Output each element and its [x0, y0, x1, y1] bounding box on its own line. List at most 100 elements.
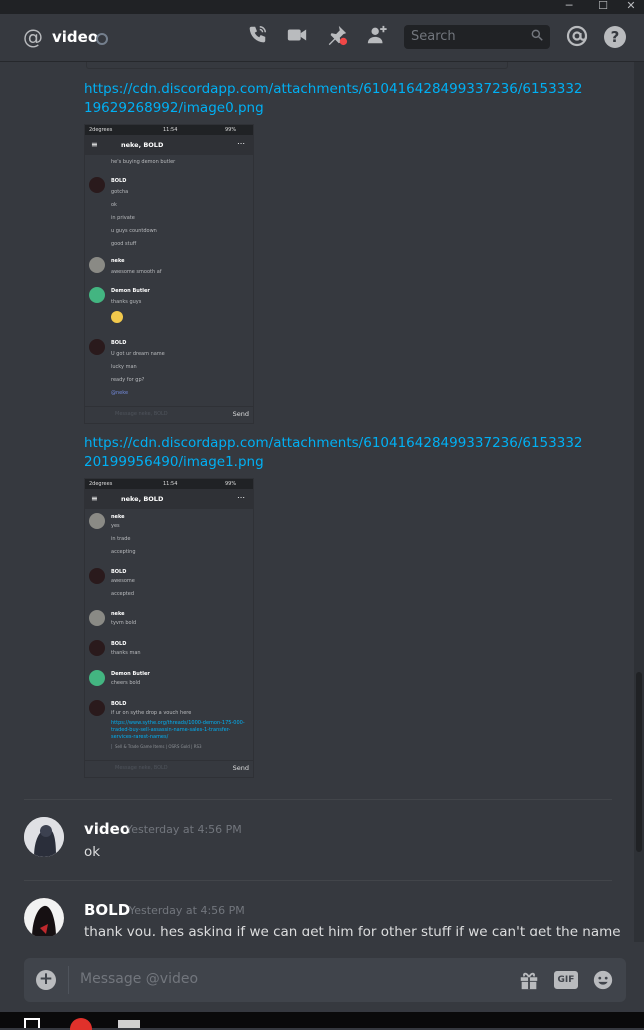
search-placeholder: Search	[411, 29, 456, 44]
avatar[interactable]	[24, 898, 64, 936]
phone-composer: Message neke, BOLD Send	[85, 406, 253, 423]
phone-author: BOLD	[111, 641, 127, 647]
menu-icon: ≡	[91, 494, 98, 503]
phone-composer: Message neke, BOLD Send	[85, 760, 253, 777]
phone-author: Demon Butler	[111, 671, 150, 677]
phone-line: lucky man	[111, 364, 137, 370]
emoji-icon[interactable]	[592, 969, 614, 995]
message-divider	[24, 880, 612, 881]
phone-author: BOLD	[111, 178, 127, 184]
channel-header: @ video Search ?	[0, 14, 644, 62]
phone-battery: 99%	[225, 481, 237, 487]
call-icon[interactable]	[244, 24, 270, 50]
phone-line: tyvm bold	[111, 620, 137, 626]
phone-battery: 99%	[225, 127, 237, 133]
window-titlebar: ─ ☐ ✕	[0, 0, 644, 14]
phone-line: in private	[111, 215, 135, 221]
phone-line: good stuff	[111, 241, 137, 247]
status-icon	[96, 33, 108, 45]
avatar	[89, 568, 105, 584]
phone-line: awesome smooth af	[111, 269, 162, 275]
menu-icon: ≡	[91, 140, 98, 149]
message-author[interactable]: BOLD	[84, 901, 130, 919]
phone-line: if ur on sythe drop a vouch here	[111, 710, 192, 716]
previous-embed-edge	[86, 62, 508, 69]
phone-status-bar: 2degrees 11:54 99%	[85, 479, 253, 489]
phone-carrier: 2degrees	[89, 127, 113, 133]
phone-send: Send	[232, 764, 249, 772]
attachment-image[interactable]: 2degrees 11:54 99% ≡ neke, BOLD ⋯ he's b…	[84, 124, 254, 424]
phone-line: thanks man	[111, 650, 141, 656]
phone-carrier: 2degrees	[89, 481, 113, 487]
phone-chat-title: neke, BOLD	[121, 495, 164, 503]
scrollbar-thumb[interactable]	[636, 672, 642, 852]
message-text: ok	[84, 844, 101, 860]
message-text: thank you, hes asking if we can get him …	[84, 924, 621, 936]
at-icon: @	[23, 25, 43, 49]
phone-line: in trade	[111, 536, 131, 542]
pin-icon[interactable]	[324, 24, 350, 50]
message-timestamp: Yesterday at 4:56 PM	[126, 823, 242, 836]
phone-author: neke	[111, 258, 125, 264]
phone-line: he's buying demon butler	[111, 159, 176, 165]
attachment-link[interactable]: https://cdn.discordapp.com/attachments/6…	[84, 80, 584, 118]
minimize-icon[interactable]: ─	[558, 0, 580, 14]
phone-line: ok	[111, 202, 117, 208]
maximize-icon[interactable]: ☐	[592, 0, 614, 14]
phone-chat-header: ≡ neke, BOLD ⋯	[85, 489, 253, 509]
message-list[interactable]: https://cdn.discordapp.com/attachments/6…	[0, 62, 634, 936]
page-title: video	[52, 28, 99, 46]
phone-mention: @neke	[111, 390, 129, 396]
phone-composer-placeholder: Message neke, BOLD	[115, 765, 168, 771]
message-timestamp: Yesterday at 4:56 PM	[129, 904, 245, 917]
video-icon[interactable]	[284, 24, 310, 50]
gif-icon[interactable]: GIF	[554, 971, 578, 989]
more-icon: ⋯	[237, 139, 245, 148]
phone-time: 11:54	[163, 481, 178, 487]
phone-link: https://www.sythe.org/threads/1000-demon…	[111, 720, 245, 740]
app-icon[interactable]	[70, 1018, 92, 1030]
close-icon[interactable]: ✕	[620, 0, 642, 14]
search-icon	[530, 28, 544, 46]
message-composer[interactable]: + Message @video GIF	[24, 958, 626, 1002]
phone-author: neke	[111, 611, 125, 617]
avatar	[89, 287, 105, 303]
phone-chat-title: neke, BOLD	[121, 141, 164, 149]
phone-author: BOLD	[111, 569, 127, 575]
phone-line: cheers bold	[111, 680, 141, 686]
os-taskbar	[0, 1012, 644, 1030]
mention-icon[interactable]	[564, 24, 590, 50]
message-author[interactable]: video	[84, 820, 130, 838]
phone-line: accepted	[111, 591, 135, 597]
help-icon[interactable]: ?	[604, 26, 626, 48]
more-icon: ⋯	[237, 493, 245, 502]
add-member-icon[interactable]	[364, 24, 390, 50]
plus-icon[interactable]: +	[36, 970, 56, 990]
phone-line: thanks guys	[111, 299, 142, 305]
phone-line: awesome	[111, 578, 135, 584]
avatar	[89, 610, 105, 626]
app-icon[interactable]	[118, 1020, 140, 1028]
phone-line: u guys countdown	[111, 228, 157, 234]
avatar	[89, 513, 105, 529]
message-divider	[24, 799, 612, 800]
phone-send: Send	[232, 410, 249, 418]
search-input[interactable]: Search	[404, 25, 550, 49]
avatar	[89, 670, 105, 686]
phone-line: U got ur dream name	[111, 351, 165, 357]
gift-icon[interactable]	[518, 969, 540, 995]
phone-time: 11:54	[163, 127, 178, 133]
phone-author: neke	[111, 514, 125, 520]
phone-status-bar: 2degrees 11:54 99%	[85, 125, 253, 135]
phone-embed: Sell & Trade Game Items | OSRS Gold | RS…	[111, 744, 202, 749]
phone-author: Demon Butler	[111, 288, 150, 294]
phone-line: gotcha	[111, 189, 129, 195]
phone-author: BOLD	[111, 701, 127, 707]
message-input[interactable]: Message @video	[80, 971, 198, 987]
avatar[interactable]	[24, 817, 64, 857]
attachment-image[interactable]: 2degrees 11:54 99% ≡ neke, BOLD ⋯ neke y…	[84, 478, 254, 778]
composer-separator	[68, 966, 69, 994]
avatar	[89, 700, 105, 716]
attachment-link[interactable]: https://cdn.discordapp.com/attachments/6…	[84, 434, 584, 472]
task-view-icon[interactable]	[24, 1018, 40, 1028]
